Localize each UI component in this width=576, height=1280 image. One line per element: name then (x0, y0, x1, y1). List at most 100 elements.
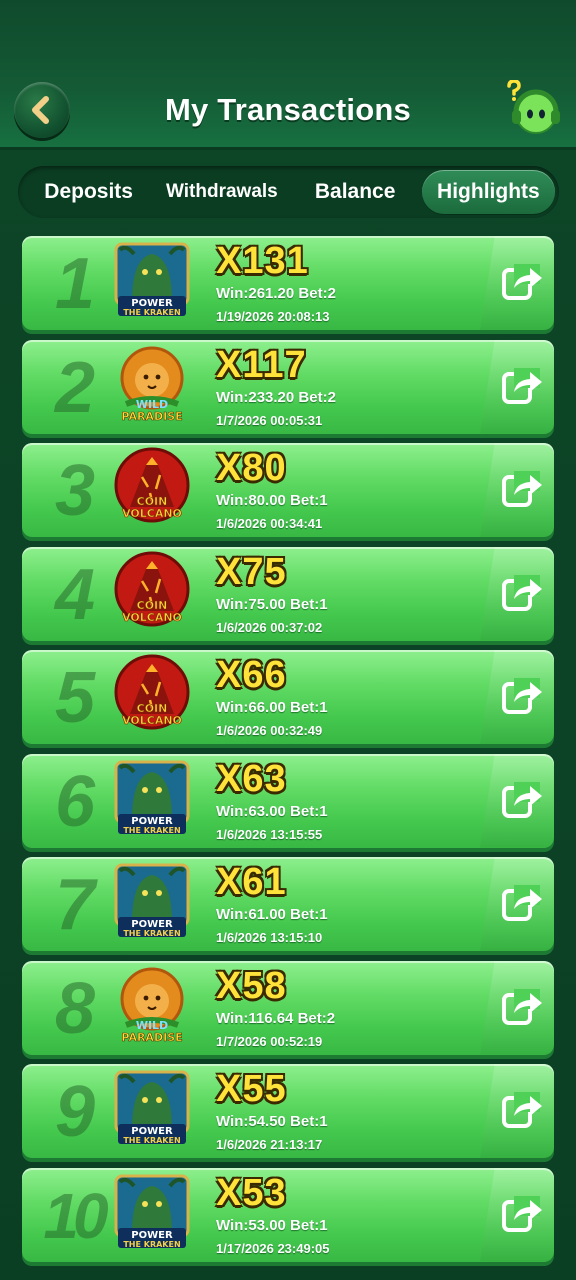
win-bet: Win:63.00 Bet:1 (216, 802, 328, 820)
list-item: 1 POWER THE KRAKEN X131 Win:261.20 Bet:2 1/19… (22, 236, 554, 330)
app-root: My Transactions Deposits Withdrawals Bal… (0, 0, 576, 1280)
svg-text:THE KRAKEN: THE KRAKEN (123, 1136, 180, 1145)
rank-number: 10 (43, 1179, 108, 1252)
game-thumbnail[interactable]: POWER THE KRAKEN (112, 861, 192, 941)
share-icon (500, 988, 544, 1033)
multiplier: X75 (216, 550, 287, 593)
share-button[interactable] (500, 1194, 544, 1236)
tab-highlights[interactable]: Highlights (421, 170, 555, 214)
game-thumbnail[interactable]: COIN VOLCANO (112, 654, 192, 734)
win-bet: Win:53.00 Bet:1 (216, 1216, 328, 1234)
share-button[interactable] (500, 987, 544, 1029)
rank-number: 5 (54, 658, 95, 738)
timestamp: 1/6/2026 21:13:17 (216, 1137, 323, 1152)
svg-text:THE KRAKEN: THE KRAKEN (123, 929, 180, 938)
share-button[interactable] (500, 883, 544, 925)
list-item: 7 POWER THE KRAKEN X61 Win:61.00 Bet:1 1/6/20… (22, 857, 554, 951)
svg-text:VOLCANO: VOLCANO (122, 714, 182, 727)
tab-bar: Deposits Withdrawals Balance Highlights (18, 166, 559, 218)
rank-number: 3 (54, 451, 95, 531)
win-bet: Win:61.00 Bet:1 (216, 906, 328, 923)
share-icon (500, 885, 544, 929)
timestamp: 1/6/2026 00:34:41 (216, 516, 323, 531)
svg-text:VOLCANO: VOLCANO (122, 611, 182, 624)
share-button[interactable] (500, 1090, 544, 1132)
support-headset-icon (507, 79, 560, 134)
game-thumbnail[interactable]: WILD PARADISE (112, 344, 192, 424)
rank-number: 6 (54, 761, 95, 842)
game-thumbnail[interactable]: COIN VOLCANO (112, 551, 192, 631)
multiplier: X117 (216, 343, 307, 386)
share-icon (500, 367, 544, 412)
tab-withdrawals[interactable]: Withdrawals (155, 170, 288, 214)
svg-text:THE KRAKEN: THE KRAKEN (123, 1240, 180, 1249)
header: My Transactions (0, 0, 576, 150)
list-item: 5 COIN VOLCANO X66 Win:66.00 Bet:1 1/6/2026 0… (22, 650, 554, 744)
svg-text:VOLCANO: VOLCANO (122, 507, 182, 520)
timestamp: 1/7/2026 00:05:31 (216, 412, 323, 428)
timestamp: 1/6/2026 00:37:02 (216, 619, 323, 635)
multiplier: X61 (216, 861, 287, 903)
win-bet: Win:54.50 Bet:1 (216, 1113, 328, 1130)
multiplier: X131 (216, 240, 309, 282)
win-bet: Win:66.00 Bet:1 (216, 699, 328, 716)
share-button[interactable] (500, 469, 544, 511)
game-thumbnail[interactable]: POWER THE KRAKEN (112, 1172, 192, 1252)
share-button[interactable] (500, 573, 544, 615)
tab-balance[interactable]: Balance (289, 170, 422, 214)
game-thumbnail[interactable]: WILD PARADISE (112, 965, 192, 1045)
svg-text:THE KRAKEN: THE KRAKEN (123, 308, 180, 317)
list-item: 8 WILD PARADISE X58 Win:116.64 Bet:2 1/7/2026… (22, 960, 554, 1055)
list-item: 3 COIN VOLCANO X80 Win:80.00 Bet:1 1/6/2026 0… (22, 443, 554, 537)
win-bet: Win:80.00 Bet:1 (216, 492, 328, 509)
timestamp: 1/6/2026 13:15:55 (216, 826, 323, 842)
svg-text:THE KRAKEN: THE KRAKEN (123, 826, 180, 835)
share-icon (500, 1092, 544, 1136)
list-item: 6 POWER THE KRAKEN X63 Win:63.00 Bet:1 1/6/20… (22, 753, 554, 848)
list-item: 9 POWER THE KRAKEN X55 Win:54.50 Bet:1 1/6/20… (22, 1064, 554, 1158)
share-icon (500, 781, 544, 826)
rank-number: 4 (54, 554, 95, 635)
win-bet: Win:261.20 Bet:2 (216, 285, 336, 302)
timestamp: 1/6/2026 00:32:49 (216, 723, 323, 738)
share-icon (500, 1195, 544, 1240)
timestamp: 1/6/2026 13:15:10 (216, 930, 323, 945)
win-bet: Win:233.20 Bet:2 (216, 388, 336, 406)
share-button[interactable] (500, 676, 544, 718)
share-icon (500, 471, 544, 515)
list-item: 4 COIN VOLCANO X75 Win:75.00 Bet:1 1/6/2026 0… (22, 546, 554, 641)
game-thumbnail[interactable]: COIN VOLCANO (112, 447, 192, 527)
tab-deposits[interactable]: Deposits (22, 170, 155, 214)
game-thumbnail[interactable]: POWER THE KRAKEN (112, 1068, 192, 1148)
rank-number: 8 (54, 968, 95, 1049)
highlights-list: 1 POWER THE KRAKEN X131 Win:261.20 Bet:2 1/19… (22, 236, 554, 1271)
game-thumbnail[interactable]: POWER THE KRAKEN (112, 758, 192, 838)
multiplier: X66 (216, 654, 287, 696)
share-button[interactable] (500, 780, 544, 822)
game-thumbnail[interactable]: POWER THE KRAKEN (112, 240, 192, 320)
list-item: 10 POWER THE KRAKEN X53 Win:53.00 Bet:1 1/17/… (22, 1167, 554, 1262)
timestamp: 1/17/2026 23:49:05 (216, 1240, 330, 1256)
page-title: My Transactions (165, 92, 411, 127)
timestamp: 1/7/2026 00:52:19 (216, 1033, 323, 1049)
rank-number: 7 (54, 865, 95, 945)
rank-number: 1 (54, 244, 95, 324)
multiplier: X53 (216, 1171, 287, 1214)
win-bet: Win:116.64 Bet:2 (216, 1009, 336, 1027)
multiplier: X80 (216, 447, 287, 489)
svg-text:PARADISE: PARADISE (121, 410, 182, 423)
support-button[interactable] (504, 79, 564, 140)
rank-number: 2 (54, 347, 95, 428)
svg-text:PARADISE: PARADISE (121, 1031, 182, 1044)
share-icon (500, 264, 544, 308)
rank-number: 9 (54, 1072, 95, 1152)
win-bet: Win:75.00 Bet:1 (216, 595, 328, 613)
list-item: 2 WILD PARADISE X117 Win:233.20 Bet:2 1/7/202… (22, 339, 554, 434)
share-icon (500, 678, 544, 722)
multiplier: X58 (216, 964, 287, 1007)
share-button[interactable] (500, 262, 544, 304)
share-icon (500, 574, 544, 619)
multiplier: X55 (216, 1068, 287, 1110)
share-button[interactable] (500, 366, 544, 408)
multiplier: X63 (216, 757, 287, 800)
